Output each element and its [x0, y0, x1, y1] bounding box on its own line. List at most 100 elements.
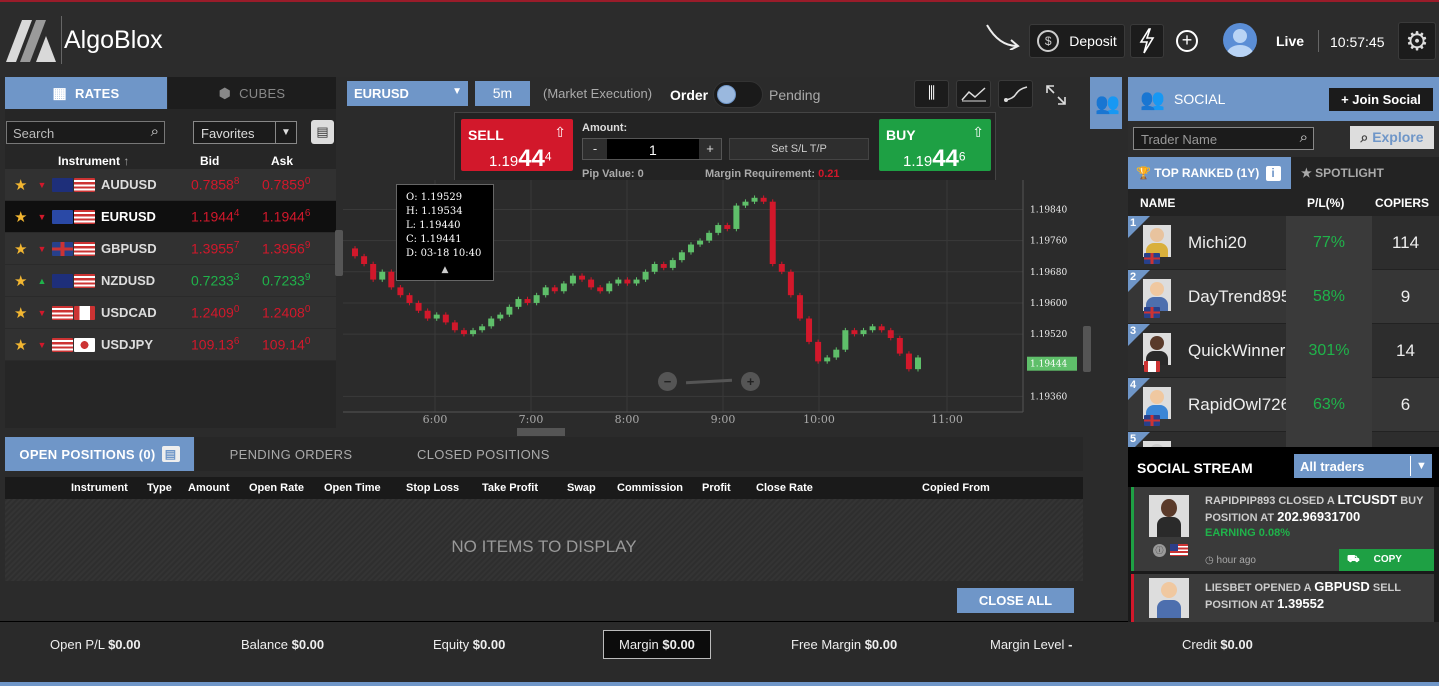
candle-type-button[interactable]: ⫼: [914, 80, 949, 108]
positions-column[interactable]: Profit: [702, 482, 731, 494]
candle: [669, 260, 676, 268]
list-view-button[interactable]: ▤: [311, 120, 334, 144]
set-sl-tp-button[interactable]: Set S/L T/P: [729, 138, 869, 160]
deposit-label: Deposit: [1069, 33, 1117, 49]
zoom-control[interactable]: − +: [658, 372, 762, 392]
tooltip-collapse-icon[interactable]: ▲: [397, 263, 493, 277]
lightning-button[interactable]: [1130, 24, 1164, 58]
positions-column[interactable]: Copied From: [922, 482, 990, 494]
positions-column[interactable]: Close Rate: [756, 482, 813, 494]
search-input[interactable]: Search ⌕: [6, 121, 165, 144]
positions-column[interactable]: Swap: [567, 482, 596, 494]
stream-item[interactable]: ⓘ RAPIDPIP893 CLOSED A LTCUSDT BUY POSIT…: [1131, 487, 1434, 571]
rate-row[interactable]: ★ ▲ NZDUSD 0.72333 0.72339: [5, 265, 336, 297]
trend-down-icon: ▼: [37, 211, 47, 222]
tab-cubes[interactable]: ⬢ CUBES: [168, 77, 336, 109]
collapse-left-handle[interactable]: [335, 230, 343, 276]
positions-column[interactable]: Type: [147, 482, 172, 494]
increase-button[interactable]: +: [699, 139, 721, 159]
trader-copiers: 6: [1400, 394, 1411, 414]
favorite-star-icon[interactable]: ★: [14, 208, 32, 226]
fullscreen-button[interactable]: [1044, 83, 1068, 107]
trend-draw-icon: [1003, 86, 1027, 102]
account-mode[interactable]: Live: [1276, 33, 1304, 49]
candle: [497, 314, 504, 319]
rate-symbol: AUDUSD: [101, 177, 157, 192]
timeframe-button[interactable]: 5m: [475, 81, 530, 106]
trader-row[interactable]: 3 QuickWinner 301% 14: [1128, 323, 1439, 378]
trader-row[interactable]: 2 DayTrend895 58% 9: [1128, 269, 1439, 324]
line-chart-icon: [960, 87, 986, 102]
positions-column[interactable]: Stop Loss: [406, 482, 459, 494]
tab-pending-orders[interactable]: PENDING ORDERS: [195, 437, 387, 471]
favorite-star-icon[interactable]: ★: [14, 336, 32, 354]
favorites-select[interactable]: Favorites ▼: [193, 121, 297, 144]
favorite-star-icon[interactable]: ★: [14, 240, 32, 258]
tab-closed-positions[interactable]: CLOSED POSITIONS: [387, 437, 1083, 471]
column-bid[interactable]: Bid: [200, 154, 219, 168]
empty-message: NO ITEMS TO DISPLAY: [451, 537, 637, 556]
trader-search-input[interactable]: Trader Name ⌕: [1133, 127, 1314, 150]
tab-spotlight[interactable]: ★ SPOTLIGHT: [1291, 157, 1439, 189]
positions-column[interactable]: Amount: [188, 482, 230, 494]
buy-button[interactable]: BUY ⇧ 1.19446: [879, 119, 991, 172]
positions-column[interactable]: Commission: [617, 482, 683, 494]
rate-row[interactable]: ★ ▼ USDCAD 1.24090 1.24080: [5, 297, 336, 329]
positions-column[interactable]: Open Rate: [249, 482, 304, 494]
favorite-star-icon[interactable]: ★: [14, 176, 32, 194]
close-all-button[interactable]: CLOSE ALL: [957, 588, 1074, 613]
indicators-button[interactable]: [956, 80, 991, 108]
drawing-button[interactable]: [998, 80, 1033, 108]
rate-row[interactable]: ★ ▼ EURUSD 1.19444 1.19446: [5, 201, 336, 233]
sell-button[interactable]: SELL ⇧ 1.19444: [461, 119, 573, 172]
explore-button[interactable]: ⌕ Explore: [1350, 126, 1434, 149]
column-ask[interactable]: Ask: [271, 154, 293, 168]
tab-rates[interactable]: ▦ RATES: [5, 77, 167, 109]
stream-item[interactable]: LIESBET OPENED A GBPUSD SELL POSITION AT…: [1131, 574, 1434, 622]
us-flag-icon: [52, 305, 73, 320]
candle: [451, 322, 458, 331]
copy-truck-icon: ⛟: [1347, 554, 1360, 565]
tab-open-positions[interactable]: OPEN POSITIONS (0) ▤: [5, 437, 194, 471]
favorite-star-icon[interactable]: ★: [14, 272, 32, 290]
trader-row[interactable]: 4 RapidOwl726 63% 6: [1128, 377, 1439, 432]
order-pending-toggle[interactable]: [713, 81, 763, 108]
trader-row[interactable]: 5: [1128, 431, 1439, 447]
uk-flag-icon: [1144, 252, 1160, 264]
copy-button[interactable]: ⛟ COPY: [1339, 549, 1434, 571]
trader-pl: 58%: [1286, 269, 1372, 324]
positions-column[interactable]: Open Time: [324, 482, 381, 494]
decrease-button[interactable]: -: [583, 139, 607, 159]
settings-button[interactable]: ⚙: [1398, 22, 1436, 60]
user-avatar[interactable]: [1223, 23, 1257, 57]
tab-top-ranked[interactable]: 🏆 TOP RANKED (1Y) i: [1128, 157, 1291, 189]
deposit-button[interactable]: $ Deposit: [1029, 24, 1125, 58]
arrow-up-icon: ⇧: [972, 124, 984, 140]
social-toggle-button[interactable]: 👥: [1090, 77, 1122, 129]
column-instrument[interactable]: Instrument ↑: [58, 154, 129, 168]
positions-column[interactable]: Take Profit: [482, 482, 538, 494]
rate-row[interactable]: ★ ▼ AUDUSD 0.78588 0.78590: [5, 169, 336, 201]
positions-column[interactable]: Instrument: [71, 482, 128, 494]
favorite-star-icon[interactable]: ★: [14, 304, 32, 322]
candle: [787, 271, 794, 296]
zoom-out-icon[interactable]: −: [658, 372, 677, 391]
add-button[interactable]: +: [1170, 24, 1204, 58]
zoom-in-icon[interactable]: +: [741, 372, 760, 391]
amount-stepper[interactable]: - 1 +: [582, 138, 722, 160]
ask-value: 109.140: [262, 336, 311, 353]
stream-filter-select[interactable]: All traders ▼: [1294, 454, 1432, 478]
trader-name: DayTrend895: [1188, 286, 1286, 306]
candle: [542, 287, 549, 296]
trader-pl: 77%: [1286, 216, 1372, 270]
candle: [615, 279, 622, 284]
trader-row[interactable]: 1 Michi20 77% 114: [1128, 216, 1439, 270]
collapse-right-handle[interactable]: [1083, 326, 1091, 372]
symbol-select[interactable]: EURUSD ▼: [347, 81, 468, 106]
candle: [896, 338, 903, 354]
collapse-bottom-handle[interactable]: [517, 428, 565, 436]
rate-row[interactable]: ★ ▼ GBPUSD 1.39557 1.39569: [5, 233, 336, 265]
candle: [479, 326, 486, 331]
rate-row[interactable]: ★ ▼ USDJPY 109.136 109.140: [5, 329, 336, 361]
join-social-button[interactable]: + Join Social: [1329, 88, 1433, 111]
